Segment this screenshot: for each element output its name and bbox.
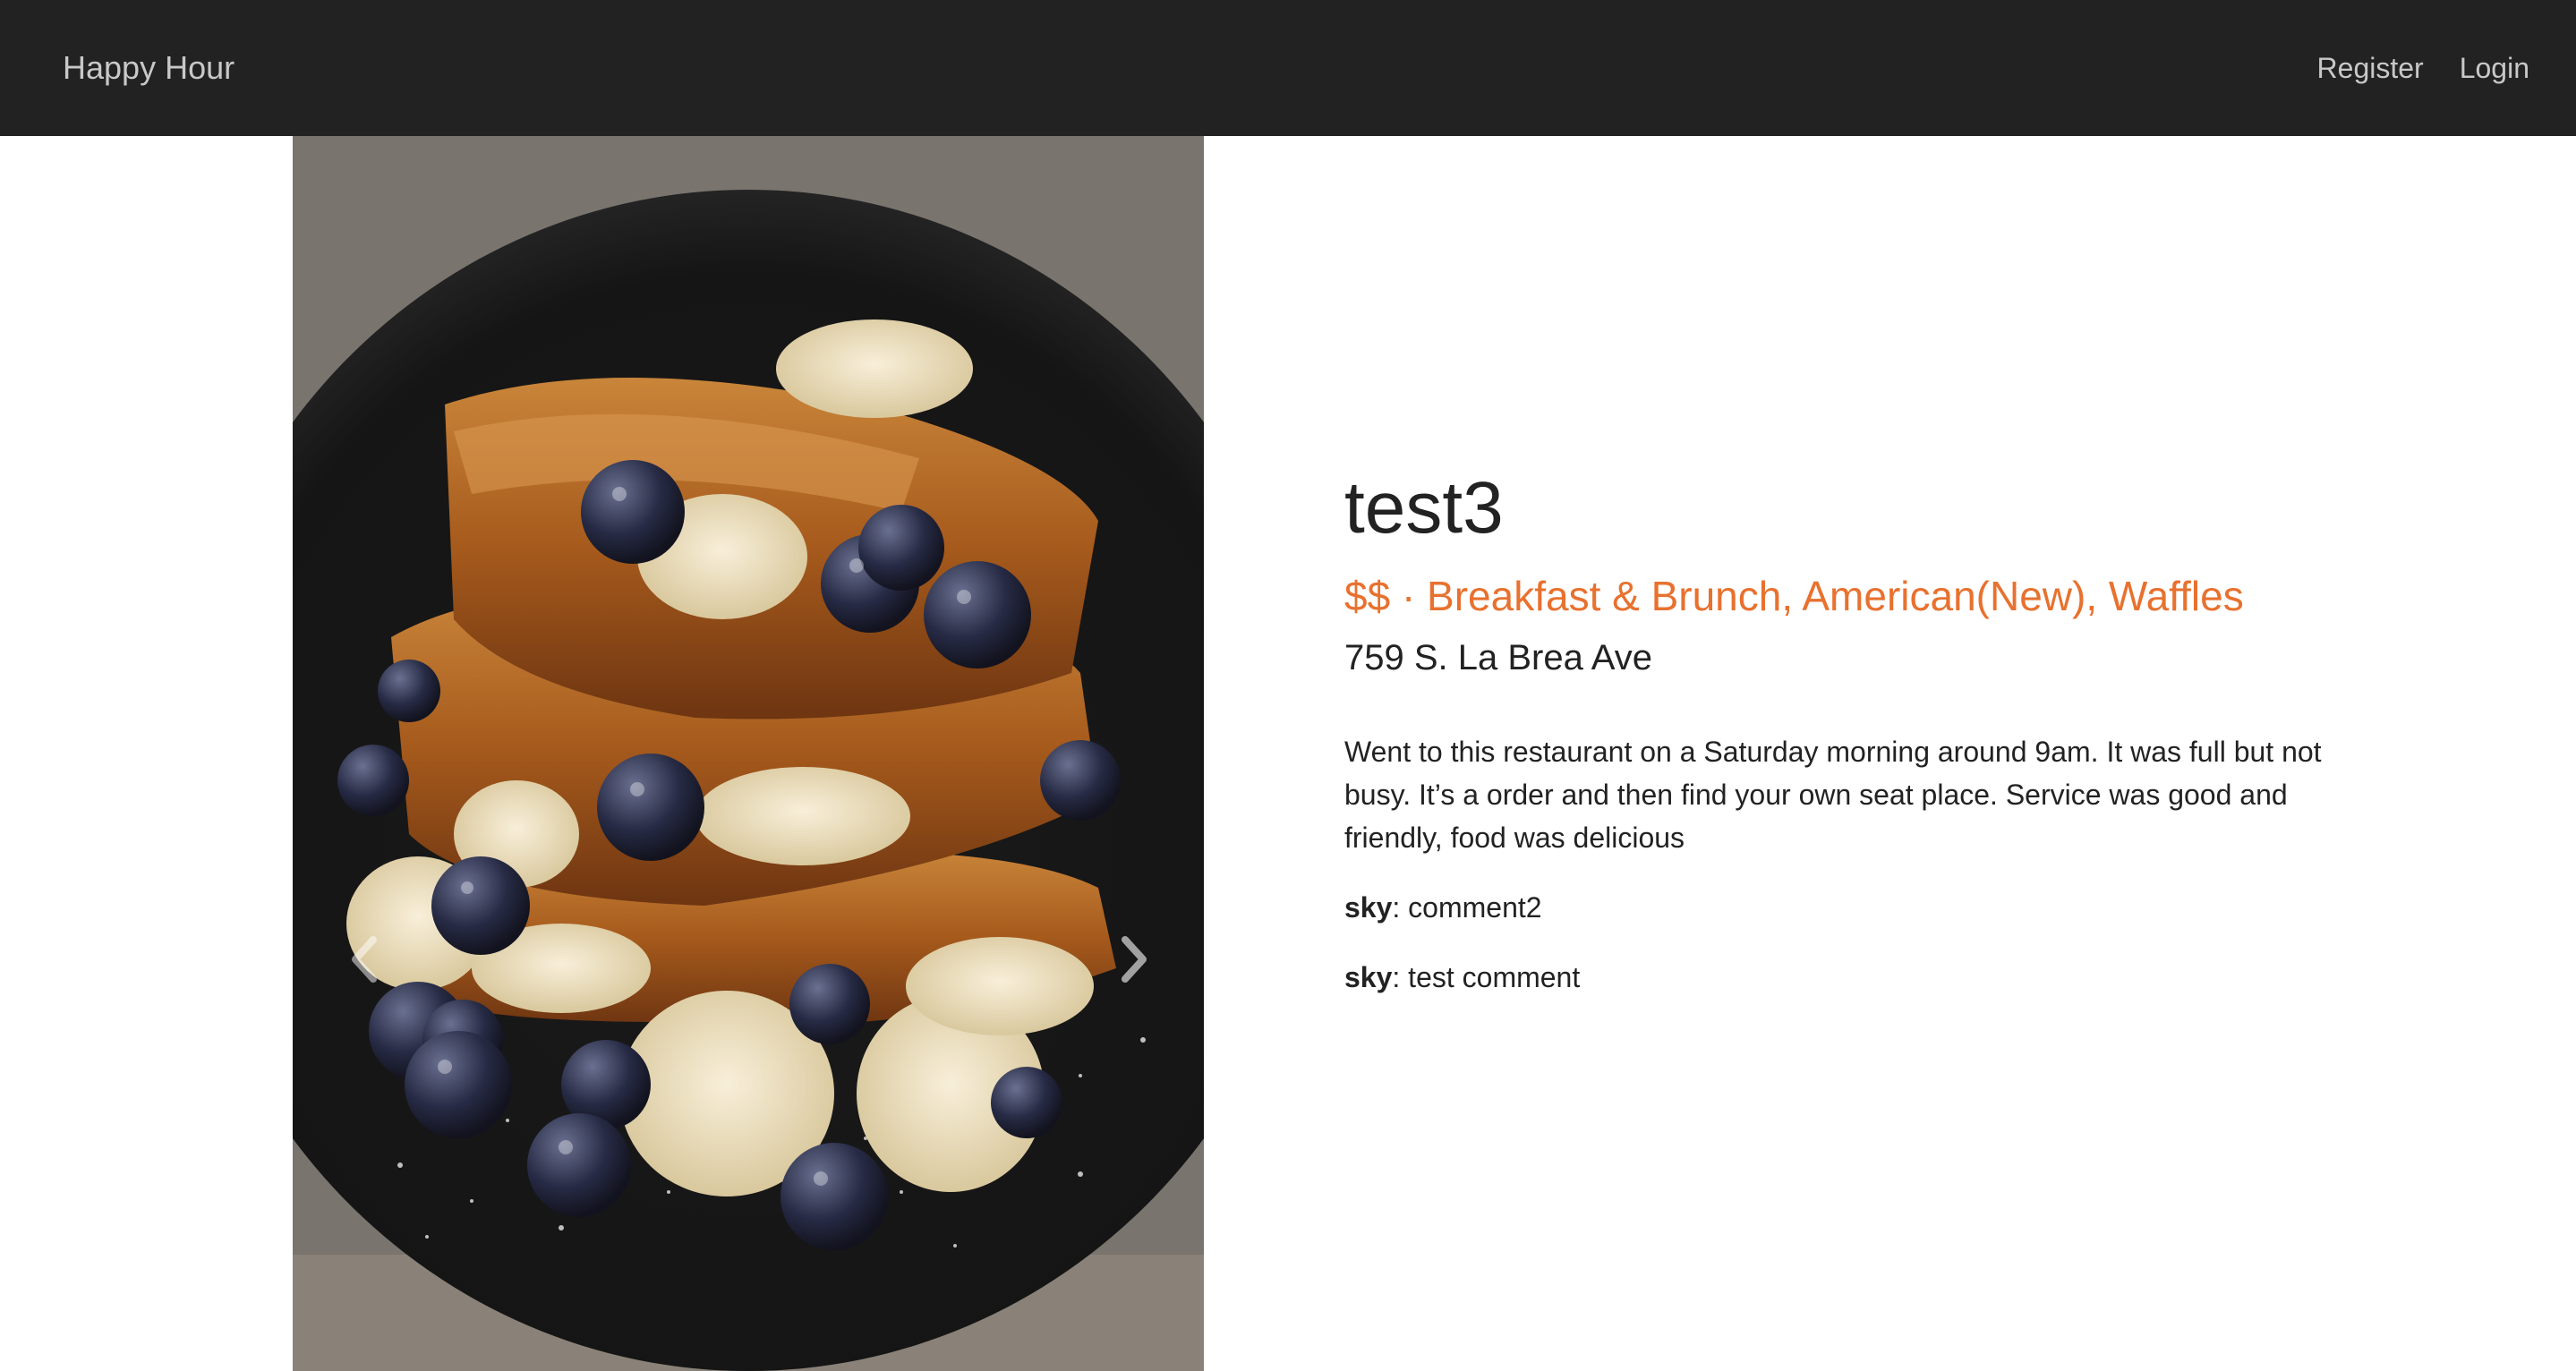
comment-item: sky: test comment [1344, 956, 2329, 999]
price-and-categories: $$ · Breakfast & Brunch, American(New), … [1344, 573, 2244, 619]
carousel-prev-button[interactable] [328, 924, 400, 995]
nav-links: Register Login [2317, 52, 2529, 85]
chevron-right-icon [1122, 936, 1147, 983]
comment-item: sky: comment2 [1344, 886, 2329, 929]
carousel-next-button[interactable] [1098, 924, 1170, 995]
comment-text: : comment2 [1392, 891, 1542, 924]
comment-user: sky [1344, 961, 1393, 993]
login-link[interactable]: Login [2460, 52, 2529, 85]
navbar: Happy Hour Register Login [0, 0, 2576, 136]
restaurant-address: 759 S. La Brea Ave [1344, 638, 1652, 677]
comment-user: sky [1344, 891, 1393, 924]
chevron-left-icon [352, 936, 377, 983]
review-text: Went to this restaurant on a Saturday mo… [1344, 736, 2322, 854]
restaurant-name: test3 [1344, 467, 1504, 549]
food-photo [293, 136, 1204, 1371]
brand-link[interactable]: Happy Hour [63, 49, 235, 87]
register-link[interactable]: Register [2317, 52, 2424, 85]
comment-text: : test comment [1392, 961, 1581, 993]
photo-carousel[interactable] [293, 136, 1204, 1371]
restaurant-details: test3 $$ · Breakfast & Brunch, American(… [1344, 465, 2329, 1026]
